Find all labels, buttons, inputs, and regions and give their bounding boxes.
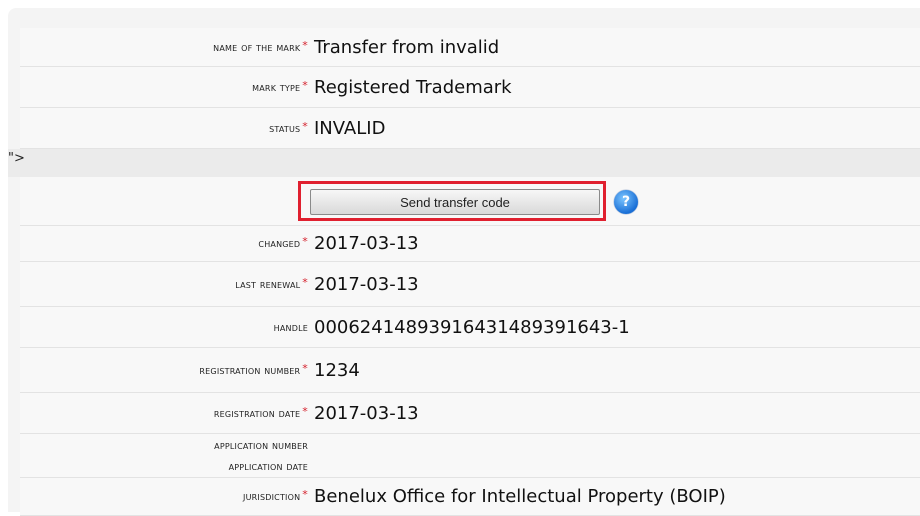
field-value: Benelux Office for Intellectual Property… — [314, 486, 726, 507]
required-marker: * — [302, 488, 308, 501]
field-row-application-number: Application number — [20, 434, 920, 456]
field-row-mark-type: Mark type * Registered Trademark — [20, 67, 920, 108]
field-value: Transfer from invalid — [314, 36, 500, 58]
field-value: 1234 — [314, 359, 360, 381]
field-row-last-renewal: Last renewal * 2017-03-13 — [20, 262, 920, 307]
required-marker: * — [302, 78, 308, 92]
field-value: 2017-03-13 — [314, 402, 419, 424]
field-list: Name of the mark * Transfer from invalid … — [8, 28, 920, 516]
field-row-status: Status * INVALID — [20, 108, 920, 149]
field-label: Registration date * — [213, 404, 308, 420]
field-row-handle: Handle 000624148939164314893916​43-1 — [20, 307, 920, 348]
field-label: Last renewal * — [235, 275, 308, 291]
field-value: 2017-03-13 — [314, 273, 419, 295]
field-row-jurisdiction: Jurisdiction * Benelux Office for Intelle… — [20, 478, 920, 516]
field-label: Jurisdiction * — [243, 488, 308, 503]
field-value: 2017-03-13 — [314, 233, 419, 254]
send-transfer-code-button[interactable]: Send transfer code — [310, 189, 600, 215]
field-row-registration-date: Registration date * 2017-03-13 — [20, 393, 920, 434]
field-label: Handle — [273, 320, 308, 334]
field-row-application-date: Application date — [20, 456, 920, 478]
field-label: Status * — [269, 119, 308, 135]
stray-markup-row: "> — [8, 149, 920, 177]
field-row-changed: Changed * 2017-03-13 — [20, 226, 920, 262]
field-label: Changed * — [258, 235, 308, 250]
field-value: 000624148939164314893916​43-1 — [314, 316, 630, 338]
required-marker: * — [302, 38, 308, 52]
required-marker: * — [302, 404, 308, 418]
field-value: Registered Trademark — [314, 76, 512, 98]
field-label: Application number — [214, 438, 308, 452]
field-label: Application date — [228, 460, 308, 473]
required-marker: * — [302, 361, 308, 375]
field-label: Name of the mark * — [213, 38, 308, 54]
field-row-registration-number: Registration number * 1234 — [20, 348, 920, 393]
transfer-code-row: Send transfer code ? — [20, 177, 920, 226]
field-row-name-of-mark: Name of the mark * Transfer from invalid — [20, 28, 920, 67]
required-marker: * — [302, 275, 308, 289]
stray-text: "> — [8, 151, 25, 166]
required-marker: * — [302, 235, 308, 248]
field-value: INVALID — [314, 117, 386, 139]
trademark-details-panel: Name of the mark * Transfer from invalid … — [8, 8, 920, 516]
help-icon[interactable]: ? — [614, 190, 638, 214]
field-label: Mark type * — [252, 78, 308, 94]
required-marker: * — [302, 119, 308, 133]
field-label: Registration number * — [199, 361, 308, 377]
